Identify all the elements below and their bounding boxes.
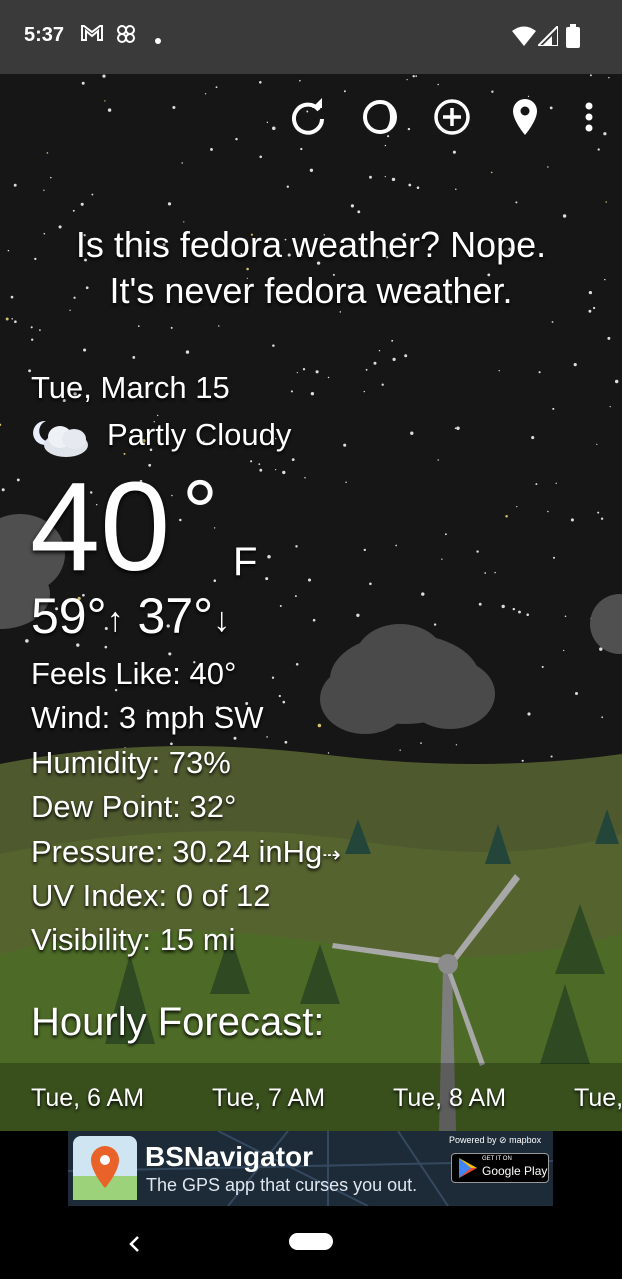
high-arrow-icon: ↑ [106, 600, 124, 639]
pressure-trend-icon: ⇢ [322, 842, 341, 867]
feels-like: Feels Like: 40° [31, 656, 237, 691]
ad-subtitle: The GPS app that curses you out. [146, 1175, 418, 1195]
quote-line-1: Is this fedora weather? Nope. [75, 224, 547, 265]
status-bar: 5:37 [0, 0, 622, 74]
hourly-item[interactable]: Tue, 6 AM [31, 1084, 144, 1113]
bsnavigator-logo [73, 1136, 137, 1200]
hourly-item[interactable]: Tue, [574, 1084, 622, 1113]
gmail-icon [80, 22, 104, 49]
high-temp: 59° [31, 588, 107, 644]
pinwheel-icon [114, 22, 138, 51]
battery-icon [566, 24, 580, 53]
ad-title: BSNavigator [145, 1141, 314, 1172]
temperature-unit: F [233, 540, 258, 584]
dew-point: Dew Point: 32° [31, 789, 237, 824]
temperature-degree-symbol: ° [182, 463, 218, 563]
current-date: Tue, March 15 [31, 370, 230, 405]
low-arrow-icon: ↓ [213, 600, 231, 639]
pressure: Pressure: 30.24 inHg⇢ [31, 834, 341, 870]
wifi-icon [512, 26, 536, 51]
google-play-icon [459, 1158, 477, 1178]
low-temp: 37° [137, 588, 214, 644]
weather-quote: Is this fedora weather? Nope. It's never… [0, 222, 622, 314]
signal-icon [535, 23, 559, 51]
uv-index: UV Index: 0 of 12 [31, 878, 271, 913]
dot-icon [154, 32, 162, 50]
weather-scene: Is this fedora weather? Nope. It's never… [0, 74, 622, 1131]
hourly-forecast-title: Hourly Forecast: [31, 1000, 325, 1044]
more-vert-icon [585, 102, 593, 132]
refresh-icon [292, 98, 324, 135]
navigation-bar [0, 1209, 622, 1279]
store-text: Google Play [482, 1164, 548, 1178]
pressure-value: Pressure: 30.24 inHg [31, 834, 323, 869]
add-location-icon [434, 99, 470, 135]
more-options-button[interactable] [564, 92, 614, 142]
store-small-text: GET IT ON [482, 1156, 512, 1162]
humidity: Humidity: 73% [31, 745, 231, 780]
hourly-item[interactable]: Tue, 7 AM [212, 1084, 325, 1113]
hourly-item[interactable]: Tue, 8 AM [393, 1084, 506, 1113]
moon-phase-icon [363, 100, 397, 134]
moon-phase-button[interactable] [355, 92, 405, 142]
current-temperature: 40 [30, 456, 171, 597]
quote-line-2: It's never fedora weather. [109, 270, 513, 311]
wind: Wind: 3 mph SW [31, 700, 264, 735]
back-icon [129, 1236, 139, 1252]
condition-text: Partly Cloudy [107, 417, 292, 452]
location-pin-icon [513, 99, 537, 135]
add-location-button[interactable] [427, 92, 477, 142]
refresh-button[interactable] [283, 92, 333, 142]
high-low-temps: 59°↑ 37°↓ [31, 588, 230, 648]
google-play-badge[interactable]: GET IT ON Google Play [451, 1153, 549, 1183]
ad-powered-by: Powered by ⊘ mapbox [449, 1135, 542, 1145]
status-time: 5:37 [24, 24, 65, 46]
home-pill-icon[interactable] [289, 1233, 333, 1250]
ad-banner[interactable]: BSNavigator The GPS app that curses you … [68, 1131, 553, 1206]
location-button[interactable] [500, 92, 550, 142]
visibility: Visibility: 15 mi [31, 922, 236, 957]
back-button[interactable] [122, 1229, 148, 1259]
